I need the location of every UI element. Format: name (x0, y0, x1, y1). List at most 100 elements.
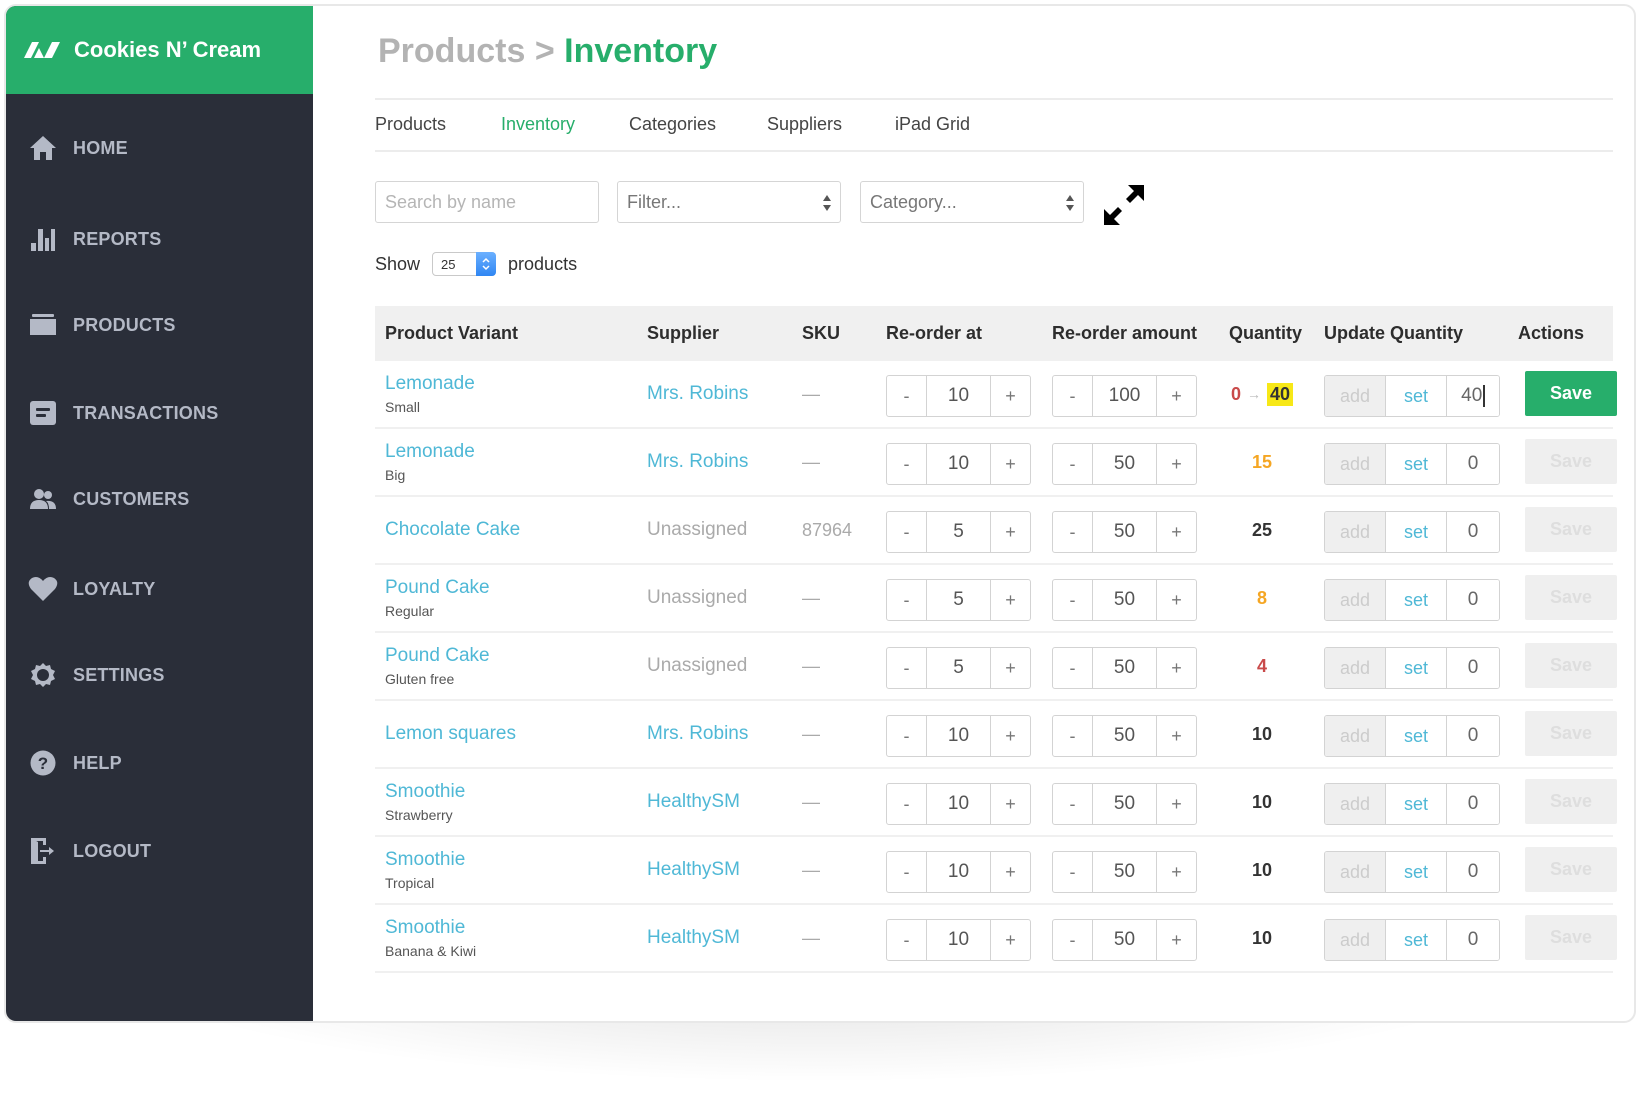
update-quantity-input[interactable]: 0 (1447, 920, 1499, 960)
decrement-button[interactable]: - (1053, 920, 1092, 960)
increment-button[interactable]: + (991, 852, 1030, 892)
sidebar-item-products[interactable]: PRODUCTS (6, 295, 313, 355)
decrement-button[interactable]: - (1053, 784, 1092, 824)
decrement-button[interactable]: - (887, 444, 926, 484)
sidebar-item-home[interactable]: HOME (6, 118, 313, 178)
save-button[interactable]: Save (1525, 779, 1617, 824)
tab-inventory[interactable]: Inventory (501, 114, 575, 135)
decrement-button[interactable]: - (1053, 716, 1092, 756)
product-name-link[interactable]: Lemonade (385, 441, 475, 463)
increment-button[interactable]: + (1157, 852, 1196, 892)
decrement-button[interactable]: - (887, 784, 926, 824)
supplier-link[interactable]: HealthySM (647, 791, 740, 813)
decrement-button[interactable]: - (1053, 852, 1092, 892)
decrement-button[interactable]: - (1053, 580, 1092, 620)
increment-button[interactable]: + (1157, 444, 1196, 484)
reorder-at-value[interactable]: 10 (926, 852, 991, 892)
decrement-button[interactable]: - (887, 512, 926, 552)
decrement-button[interactable]: - (887, 716, 926, 756)
reorder-amount-value[interactable]: 50 (1092, 648, 1157, 688)
add-mode-button[interactable]: add (1325, 376, 1386, 416)
supplier-link[interactable]: Mrs. Robins (647, 723, 748, 745)
column-header-re-order-amount[interactable]: Re-order amount (1052, 306, 1197, 361)
set-mode-button[interactable]: set (1386, 852, 1447, 892)
save-button[interactable]: Save (1525, 507, 1617, 552)
product-name-link[interactable]: Chocolate Cake (385, 519, 520, 541)
sidebar-item-logout[interactable]: LOGOUT (6, 821, 313, 881)
decrement-button[interactable]: - (887, 376, 926, 416)
increment-button[interactable]: + (991, 716, 1030, 756)
reorder-at-value[interactable]: 10 (926, 716, 991, 756)
save-button[interactable]: Save (1525, 575, 1617, 620)
decrement-button[interactable]: - (887, 920, 926, 960)
reorder-amount-value[interactable]: 50 (1092, 716, 1157, 756)
product-name-link[interactable]: Lemonade (385, 373, 475, 395)
add-mode-button[interactable]: add (1325, 444, 1386, 484)
sidebar-item-customers[interactable]: CUSTOMERS (6, 469, 313, 529)
product-name-link[interactable]: Smoothie (385, 781, 465, 803)
sidebar-item-reports[interactable]: REPORTS (6, 209, 313, 269)
set-mode-button[interactable]: set (1386, 512, 1447, 552)
increment-button[interactable]: + (1157, 716, 1196, 756)
save-button[interactable]: Save (1525, 711, 1617, 756)
increment-button[interactable]: + (991, 444, 1030, 484)
increment-button[interactable]: + (1157, 512, 1196, 552)
filter-select[interactable]: Filter... (617, 181, 841, 223)
tab-products[interactable]: Products (375, 114, 446, 135)
product-name-link[interactable]: Pound Cake (385, 577, 490, 599)
search-input[interactable] (385, 191, 598, 213)
increment-button[interactable]: + (1157, 580, 1196, 620)
set-mode-button[interactable]: set (1386, 784, 1447, 824)
save-button[interactable]: Save (1525, 371, 1617, 416)
supplier-link[interactable]: HealthySM (647, 859, 740, 881)
decrement-button[interactable]: - (887, 852, 926, 892)
add-mode-button[interactable]: add (1325, 920, 1386, 960)
add-mode-button[interactable]: add (1325, 784, 1386, 824)
column-header-supplier[interactable]: Supplier (647, 306, 719, 361)
sidebar-item-help[interactable]: ? HELP (6, 733, 313, 793)
reorder-at-value[interactable]: 10 (926, 920, 991, 960)
update-quantity-input[interactable]: 0 (1447, 784, 1499, 824)
reorder-amount-value[interactable]: 50 (1092, 444, 1157, 484)
supplier-link[interactable]: Mrs. Robins (647, 383, 748, 405)
product-name-link[interactable]: Pound Cake (385, 645, 490, 667)
save-button[interactable]: Save (1525, 643, 1617, 688)
product-name-link[interactable]: Lemon squares (385, 723, 516, 745)
increment-button[interactable]: + (991, 648, 1030, 688)
category-select[interactable]: Category... (860, 181, 1084, 223)
reorder-at-value[interactable]: 10 (926, 784, 991, 824)
save-button[interactable]: Save (1525, 439, 1617, 484)
set-mode-button[interactable]: set (1386, 580, 1447, 620)
set-mode-button[interactable]: set (1386, 444, 1447, 484)
page-size-select[interactable]: 25 (432, 252, 497, 276)
tab-categories[interactable]: Categories (629, 114, 716, 135)
decrement-button[interactable]: - (887, 580, 926, 620)
column-header-re-order-at[interactable]: Re-order at (886, 306, 982, 361)
increment-button[interactable]: + (991, 920, 1030, 960)
reorder-at-value[interactable]: 5 (926, 512, 991, 552)
add-mode-button[interactable]: add (1325, 512, 1386, 552)
brand-header[interactable]: Cookies N’ Cream (6, 6, 313, 94)
increment-button[interactable]: + (1157, 376, 1196, 416)
save-button[interactable]: Save (1525, 915, 1617, 960)
increment-button[interactable]: + (1157, 784, 1196, 824)
set-mode-button[interactable]: set (1386, 648, 1447, 688)
set-mode-button[interactable]: set (1386, 920, 1447, 960)
set-mode-button[interactable]: set (1386, 376, 1447, 416)
product-name-link[interactable]: Smoothie (385, 849, 465, 871)
column-header-quantity[interactable]: Quantity (1229, 306, 1302, 361)
add-mode-button[interactable]: add (1325, 580, 1386, 620)
breadcrumb-parent[interactable]: Products (378, 32, 525, 70)
update-quantity-input[interactable]: 0 (1447, 580, 1499, 620)
sidebar-item-settings[interactable]: SETTINGS (6, 645, 313, 705)
search-field[interactable] (375, 181, 599, 223)
reorder-amount-value[interactable]: 50 (1092, 852, 1157, 892)
increment-button[interactable]: + (1157, 920, 1196, 960)
reorder-at-value[interactable]: 5 (926, 648, 991, 688)
increment-button[interactable]: + (991, 512, 1030, 552)
reorder-at-value[interactable]: 10 (926, 376, 991, 416)
reorder-amount-value[interactable]: 50 (1092, 580, 1157, 620)
column-header-product-variant[interactable]: Product Variant (385, 306, 518, 361)
update-quantity-input[interactable]: 40 (1447, 376, 1499, 416)
add-mode-button[interactable]: add (1325, 852, 1386, 892)
